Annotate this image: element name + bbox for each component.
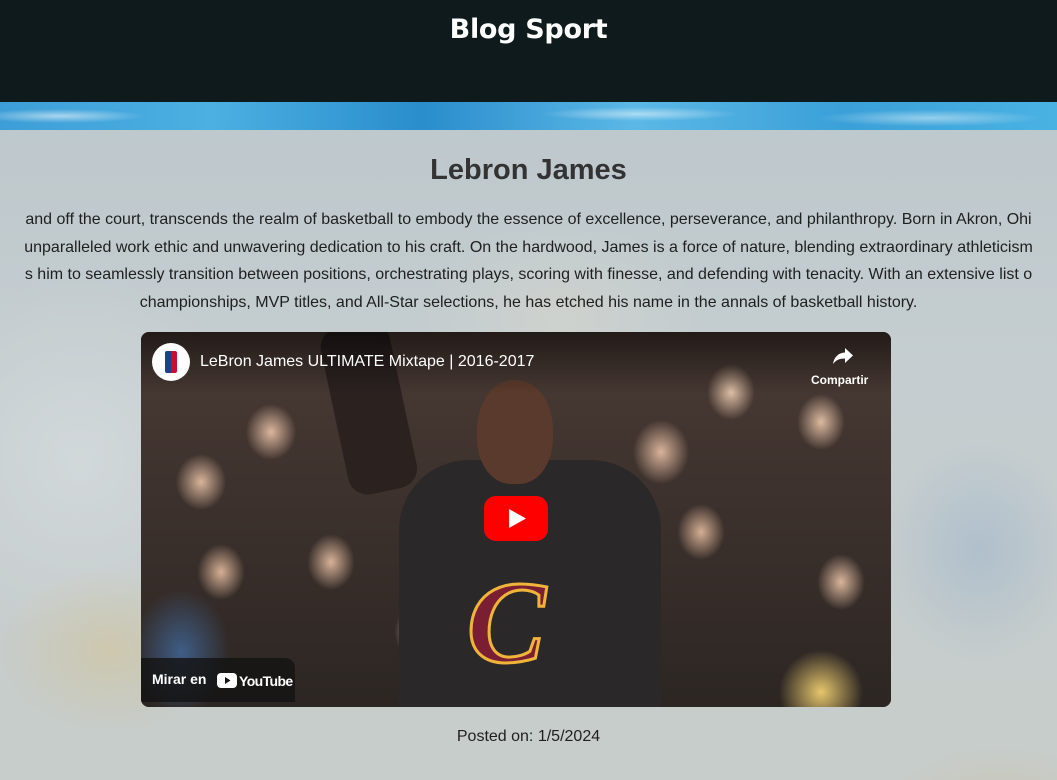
player-head (477, 380, 553, 484)
share-icon (833, 348, 853, 364)
site-title: Blog Sport (449, 14, 608, 45)
post-body-line: unparalleled work ethic and unwavering d… (24, 238, 1033, 256)
youtube-embed[interactable]: C LeBron James ULTIMATE Mixtape | 2016-2… (141, 332, 891, 707)
posted-label: Posted on: (456, 728, 534, 745)
hero-image-strip (0, 102, 1057, 130)
youtube-icon (217, 673, 237, 688)
posted-date: 1/5/2024 (537, 728, 601, 745)
channel-avatar[interactable] (152, 343, 190, 381)
site-header: Blog Sport (0, 0, 1057, 102)
share-button[interactable]: Compartir (809, 344, 883, 388)
post-title: Lebron James (430, 154, 627, 186)
video-title[interactable]: LeBron James ULTIMATE Mixtape | 2016-201… (200, 353, 534, 371)
play-button[interactable] (484, 496, 548, 541)
post-body-line: championships, MVP titles, and All-Star … (139, 293, 918, 311)
post-body: and off the court, transcends the realm … (0, 206, 1057, 316)
blog-post: Lebron James and off the court, transcen… (0, 130, 1057, 780)
watch-on-label: Mirar en (152, 671, 207, 687)
posted-on: Posted on: 1/5/2024 (0, 728, 1057, 746)
post-body-line: and off the court, transcends the realm … (25, 211, 1032, 228)
nba-logo-icon (165, 351, 177, 373)
youtube-wordmark: YouTube (239, 673, 293, 689)
post-body-line: s him to seamlessly transition between p… (24, 266, 1033, 283)
watch-on-youtube-button[interactable]: Mirar en YouTube (141, 658, 295, 702)
cavaliers-logo: C (466, 557, 548, 688)
youtube-logo: YouTube (217, 672, 293, 690)
share-label: Compartir (811, 373, 869, 387)
